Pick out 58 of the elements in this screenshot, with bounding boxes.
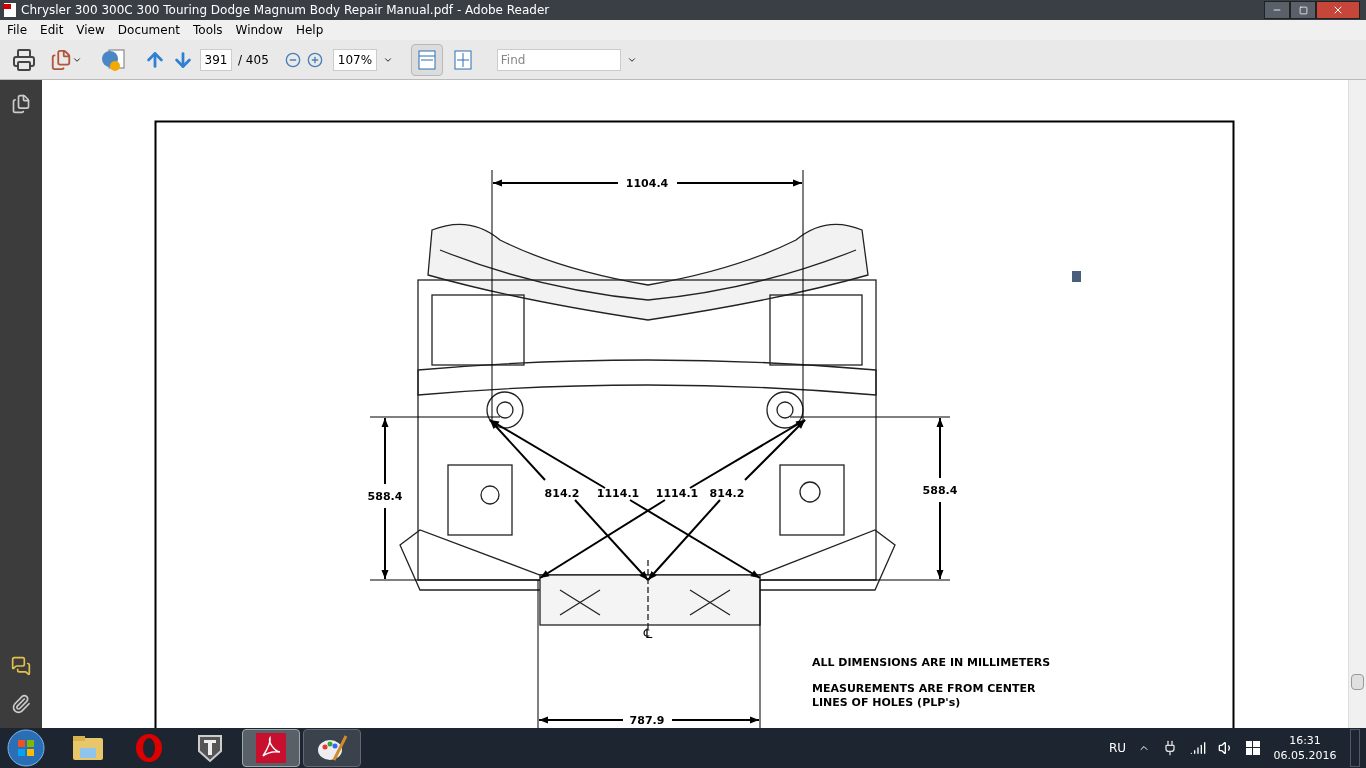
maximize-icon [1298,5,1308,15]
zoom-out-icon[interactable] [284,51,301,68]
paint-palette-icon [316,733,348,763]
scrollbar-thumb[interactable] [1351,674,1364,690]
folder-icon [72,734,104,762]
vertical-scrollbar[interactable] [1348,80,1366,728]
centerline-symbol: ℄ [643,626,653,641]
language-indicator[interactable]: RU [1108,739,1126,757]
pdf-file-icon [3,2,17,18]
dimension-label: 1114.1 [596,487,640,500]
find-field[interactable]: Find [496,48,621,71]
share-document-icon[interactable] [50,48,72,71]
menu-item[interactable]: Tools [187,21,229,39]
close-button[interactable] [1316,1,1360,19]
zoom-in-icon[interactable] [306,51,323,68]
dimension-arrow [936,417,944,479]
dimension-arrow [381,417,389,485]
dimension-label: 814.2 [709,487,745,500]
note-text: MEASUREMENTS ARE FROM CENTER LINES OF HOLES (PLP's) [812,682,1037,710]
pages-panel-icon[interactable] [11,94,31,114]
minimize-button[interactable] [1264,1,1290,19]
zoom-field[interactable]: 107% [332,48,377,71]
menu-item[interactable]: File [1,21,34,39]
menu-item[interactable]: Help [289,21,330,39]
note-text: ALL DIMENSIONS ARE IN MILLIMETERS [812,656,1052,670]
fit-width-icon [417,49,436,70]
menu-item[interactable]: View [70,21,111,39]
menu-item[interactable]: Edit [34,21,70,39]
power-plug-icon[interactable] [1162,740,1178,756]
comments-icon[interactable] [11,656,31,676]
maximize-button[interactable] [1290,1,1316,19]
dimension-label: 588.4 [367,490,403,503]
annotation-marker-icon[interactable] [1072,271,1081,282]
windows-logo-icon[interactable] [1246,741,1260,755]
globe-page-icon[interactable] [100,46,126,73]
shield-icon [197,733,223,763]
pdf-reader-icon [256,733,286,763]
print-icon[interactable] [12,47,36,72]
attachments-icon[interactable] [11,694,31,714]
taskbar-app-button[interactable] [303,729,361,767]
clock-time[interactable]: 16:31 [1289,733,1321,748]
signal-icon[interactable] [1190,740,1206,756]
view-mode-button[interactable] [410,43,443,76]
opera-logo-icon [134,733,164,763]
menu-item[interactable]: Document [111,21,186,39]
dimension-label: 787.9 [629,714,665,727]
clock-date[interactable]: 06.05.2016 [1273,748,1337,763]
menu-item[interactable]: Window [229,21,289,39]
dimension-label: 1104.4 [625,177,669,190]
dimension-label: 588.4 [922,484,958,497]
page-count: / 405 [238,51,269,69]
start-button-icon[interactable] [7,729,45,767]
close-icon [1332,4,1344,16]
page-number-field[interactable]: 391 [200,48,232,71]
window-title: Chrysler 300 300C 300 Touring Dodge Magnum Body Repair Manual.pdf - Adobe Reader [21,2,550,19]
dimension-label: 814.2 [544,487,580,500]
fit-page-icon [453,49,472,70]
dimension-label: 1114.1 [655,487,699,500]
